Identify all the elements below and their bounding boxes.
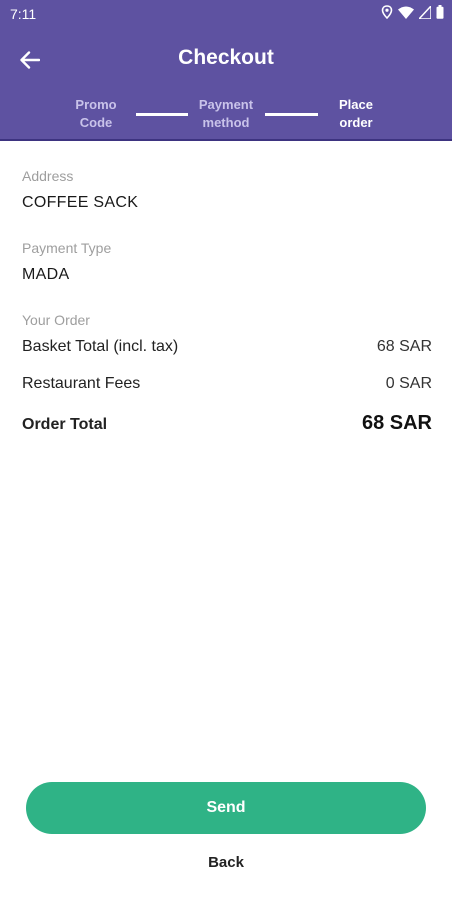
order-section: Your Order Basket Total (incl. tax) 68 S… — [22, 312, 432, 435]
basket-total-label: Basket Total (incl. tax) — [22, 338, 179, 355]
order-total-row: Order Total 68 SAR — [22, 412, 432, 435]
step-label-line2: method — [202, 115, 250, 130]
step-label-line1: Place — [339, 97, 373, 112]
payment-section: Payment Type MADA — [22, 240, 432, 284]
step-label-line1: Promo — [75, 97, 117, 112]
send-button[interactable]: Send — [26, 782, 426, 834]
back-button[interactable]: Back — [0, 854, 452, 871]
step-label-line2: order — [339, 115, 373, 130]
address-section: Address COFFEE SACK — [22, 168, 432, 212]
step-connector — [265, 113, 318, 116]
order-total-amount: 68 SAR — [361, 412, 432, 434]
wifi-icon — [398, 6, 414, 19]
status-time: 7:11 — [10, 6, 37, 22]
step-label-line2: Code — [79, 115, 113, 130]
step-payment-method[interactable]: Payment method — [186, 96, 266, 132]
basket-total-amount: 68 SAR — [376, 338, 432, 355]
status-icons — [381, 5, 444, 19]
restaurant-fees-row: Restaurant Fees 0 SAR — [22, 375, 432, 393]
payment-type-label: Payment Type — [22, 240, 112, 256]
page-title: Checkout — [178, 46, 274, 69]
address-label: Address — [22, 168, 74, 184]
basket-total-row: Basket Total (incl. tax) 68 SAR — [22, 338, 432, 356]
restaurant-fees-label: Restaurant Fees — [22, 375, 141, 392]
payment-type-value: MADA — [22, 266, 70, 283]
top-app-bar: Checkout — [0, 40, 452, 80]
checkout-steps: Promo Code Payment method Place order — [0, 96, 452, 136]
step-connector — [136, 113, 188, 116]
location-icon — [381, 5, 393, 19]
step-label-line1: Payment — [198, 97, 254, 112]
your-order-label: Your Order — [22, 312, 90, 328]
address-value: COFFEE SACK — [22, 194, 139, 211]
app-header: 7:11 Checkout Promo Code Payment method … — [0, 0, 452, 141]
status-bar: 7:11 — [0, 0, 452, 28]
step-promo-code[interactable]: Promo Code — [56, 96, 136, 132]
battery-icon — [436, 5, 444, 19]
step-place-order[interactable]: Place order — [316, 96, 396, 132]
order-summary: Address COFFEE SACK Payment Type MADA Yo… — [22, 168, 432, 463]
signal-icon — [419, 5, 431, 19]
restaurant-fees-amount: 0 SAR — [385, 375, 432, 392]
order-total-label: Order Total — [22, 416, 108, 433]
